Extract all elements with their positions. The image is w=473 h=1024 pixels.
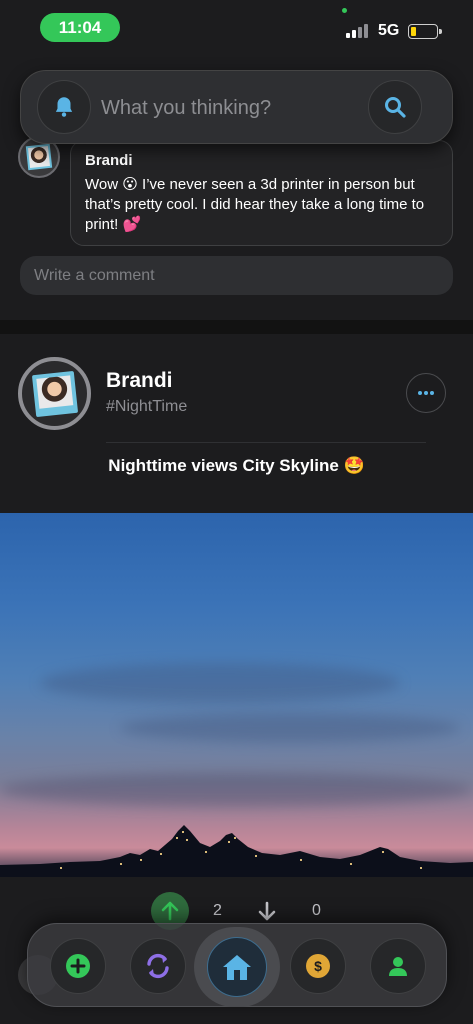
downvote-count: 0	[312, 902, 321, 919]
bottom-nav: $	[27, 923, 447, 1007]
search-input[interactable]	[101, 93, 361, 123]
post-avatar[interactable]	[18, 357, 91, 430]
nav-create-button[interactable]	[50, 938, 106, 994]
city-skyline-image	[0, 825, 473, 877]
downvote-button[interactable]	[255, 898, 279, 924]
post-caption: Nighttime views City Skyline 🤩	[108, 456, 365, 475]
post-author[interactable]: Brandi	[106, 369, 173, 393]
mic-indicator-dot	[342, 8, 347, 13]
notifications-button[interactable]	[37, 80, 91, 134]
feed-divider	[0, 320, 473, 334]
post-header-divider	[106, 442, 426, 443]
home-icon	[223, 955, 251, 980]
person-icon	[389, 957, 407, 976]
comment-input[interactable]	[20, 256, 453, 295]
upvote-count: 2	[213, 902, 222, 919]
nav-coins-button[interactable]: $	[290, 938, 346, 994]
plus-icon	[66, 954, 90, 978]
ellipsis-icon	[418, 391, 434, 395]
arrow-up-icon	[161, 901, 179, 921]
status-time: 11:04	[40, 13, 120, 42]
status-bar: 11:04 5G	[0, 0, 473, 58]
nav-home-button[interactable]	[194, 927, 280, 1007]
nav-profile-button[interactable]	[370, 938, 426, 994]
more-options-button[interactable]	[406, 373, 446, 413]
comment-author[interactable]: Brandi	[85, 152, 438, 169]
search-bar	[20, 70, 453, 144]
comment-text: Wow 😮 I’ve never seen a 3d printer in pe…	[85, 176, 425, 233]
search-icon	[385, 97, 406, 118]
coin-icon: $	[306, 954, 330, 978]
svg-text:$: $	[314, 958, 322, 974]
nav-refresh-button[interactable]	[130, 938, 186, 994]
battery-icon	[408, 24, 442, 39]
search-button[interactable]	[368, 80, 422, 134]
arrow-down-icon	[258, 901, 276, 921]
post-hashtag[interactable]: #NightTime	[106, 398, 187, 416]
post-image[interactable]	[0, 513, 473, 877]
comment-bubble: Brandi Wow 😮 I’ve never seen a 3d printe…	[70, 140, 453, 246]
bell-icon	[55, 97, 73, 117]
network-type: 5G	[378, 22, 400, 39]
refresh-icon	[147, 953, 169, 979]
signal-icon	[346, 24, 370, 38]
